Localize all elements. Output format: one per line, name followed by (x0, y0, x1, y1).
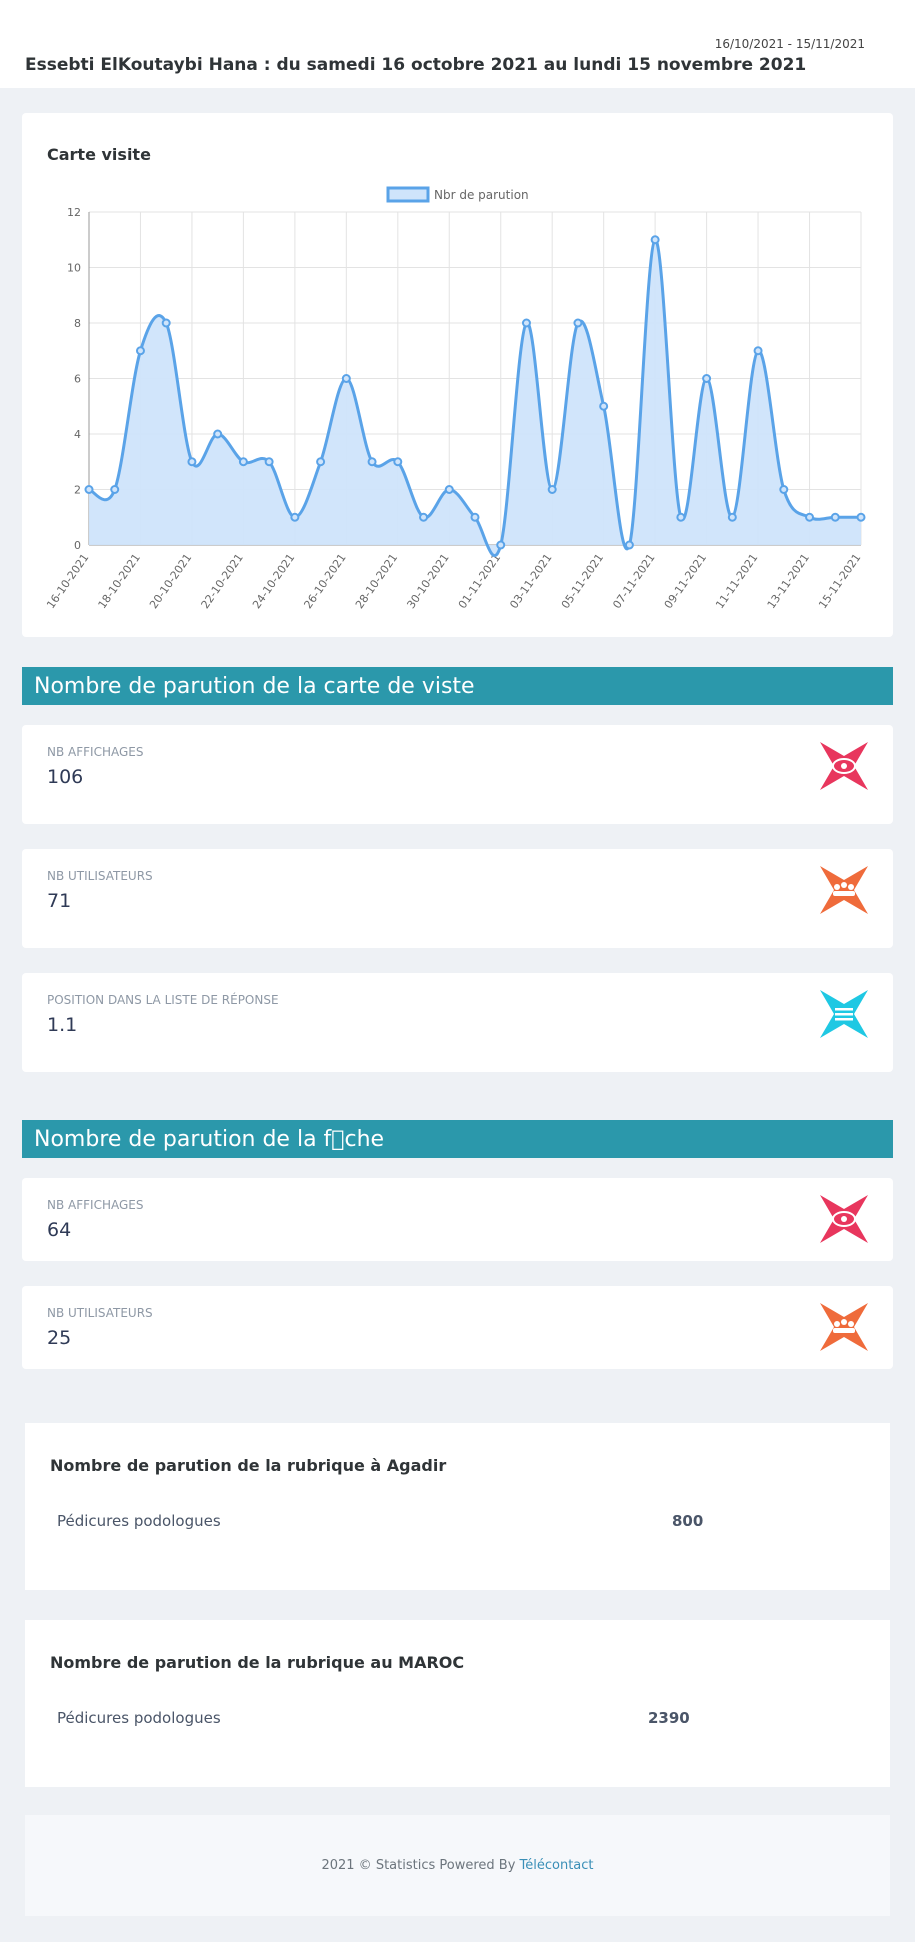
stat-label: NB UTILISATEURS (47, 1306, 153, 1320)
footer-text: 2021 © Statistics Powered By (321, 1858, 520, 1873)
stat-label: NB AFFICHAGES (47, 745, 144, 759)
stat-card-utilisateurs-fiche: NB UTILISATEURS 25 (22, 1286, 893, 1369)
rubric-card-agadir: Nombre de parution de la rubrique à Agad… (25, 1423, 890, 1590)
data-point (135, 346, 145, 356)
data-point (830, 512, 840, 522)
x-tick-label: 18-10-2021 (96, 551, 143, 611)
stat-card-position: POSITION DANS LA LISTE DE RÉPONSE 1.1 (22, 973, 893, 1072)
x-tick-label: 30-10-2021 (404, 551, 451, 611)
x-tick-label: 07-11-2021 (610, 551, 657, 611)
data-point (727, 512, 737, 522)
y-tick-label: 4 (74, 428, 81, 441)
x-tick-label: 20-10-2021 (147, 551, 194, 611)
rubric-name: Pédicures podologues (57, 1512, 221, 1530)
y-tick-label: 12 (67, 206, 81, 219)
section-banner-carte: Nombre de parution de la carte de viste (22, 667, 893, 705)
y-tick-label: 2 (74, 484, 81, 497)
data-point (213, 429, 223, 439)
data-point (521, 318, 531, 328)
stat-value: 25 (47, 1327, 72, 1349)
data-point (573, 318, 583, 328)
data-point (496, 540, 506, 550)
stat-label: POSITION DANS LA LISTE DE RÉPONSE (47, 993, 279, 1007)
stat-value: 71 (47, 890, 72, 912)
data-point (547, 485, 557, 494)
data-point (419, 512, 429, 522)
users-icon (820, 1303, 868, 1351)
rubric-title: Nombre de parution de la rubrique à Agad… (50, 1456, 447, 1475)
data-point (779, 485, 789, 494)
legend-label: Nbr de parution (434, 188, 529, 202)
data-point (393, 457, 403, 467)
data-point (470, 512, 480, 522)
footer: 2021 © Statistics Powered By Télécontact (25, 1815, 890, 1916)
stat-value: 1.1 (47, 1014, 78, 1036)
line-chart: 02468101216-10-2021 18-10-2021 20-10-2021 2… (44, 186, 866, 611)
data-point (856, 512, 866, 522)
data-point (290, 512, 300, 522)
x-tick-label: 24-10-2021 (250, 551, 297, 611)
data-point (599, 401, 609, 411)
x-tick-label: 05-11-2021 (559, 551, 606, 611)
list-icon (820, 990, 868, 1038)
stat-value: 106 (47, 766, 84, 788)
date-range-picker[interactable]: 16/10/2021 - 15/11/2021 (715, 37, 865, 51)
x-tick-label: 22-10-2021 (199, 551, 246, 611)
data-point (367, 457, 377, 467)
page-title: Essebti ElKoutaybi Hana : du samedi 16 o… (25, 55, 807, 75)
data-point (624, 540, 634, 550)
stat-card-affichages-fiche: NB AFFICHAGES 64 (22, 1178, 893, 1261)
data-point (316, 457, 326, 467)
x-tick-label: 11-11-2021 (713, 551, 760, 611)
rubric-value: 2390 (648, 1709, 690, 1727)
data-point (805, 512, 815, 522)
top-bar: 16/10/2021 - 15/11/2021 Essebti ElKoutay… (0, 0, 915, 88)
rubric-value: 800 (672, 1512, 704, 1530)
y-tick-label: 0 (74, 539, 81, 552)
data-point (341, 374, 351, 383)
stat-card-utilisateurs: NB UTILISATEURS 71 (22, 849, 893, 948)
x-tick-label: 16-10-2021 (44, 551, 91, 611)
eye-icon (820, 742, 868, 790)
rubric-title: Nombre de parution de la rubrique au MAR… (50, 1653, 465, 1672)
series-area (89, 239, 861, 556)
data-point (187, 457, 197, 467)
data-point (110, 485, 120, 494)
legend-swatch (386, 186, 430, 203)
data-point (444, 485, 454, 494)
x-tick-label: 15-11-2021 (816, 551, 863, 611)
rubric-card-maroc: Nombre de parution de la rubrique au MAR… (25, 1620, 890, 1787)
data-point (238, 457, 248, 467)
stat-value: 64 (47, 1219, 72, 1241)
footer-link[interactable]: Télécontact (520, 1858, 594, 1873)
data-point (161, 318, 171, 328)
stat-label: NB AFFICHAGES (47, 1198, 144, 1212)
x-tick-label: 26-10-2021 (301, 551, 348, 611)
y-tick-label: 10 (67, 262, 81, 275)
data-point (264, 457, 274, 467)
data-point (753, 346, 763, 356)
data-point (702, 374, 712, 383)
stat-label: NB UTILISATEURS (47, 869, 153, 883)
rubric-name: Pédicures podologues (57, 1709, 221, 1727)
x-tick-label: 09-11-2021 (662, 551, 709, 611)
x-tick-label: 03-11-2021 (507, 551, 554, 611)
x-tick-label: 13-11-2021 (765, 551, 812, 611)
section-banner-fiche: Nombre de parution de la f che (22, 1120, 893, 1158)
eye-icon (820, 1195, 868, 1243)
x-tick-label: 01-11-2021 (456, 551, 503, 611)
stat-card-affichages: NB AFFICHAGES 106 (22, 725, 893, 824)
x-tick-label: 28-10-2021 (353, 551, 400, 611)
users-icon (820, 866, 868, 914)
data-point (650, 235, 660, 245)
y-tick-label: 6 (74, 373, 81, 386)
data-point (84, 485, 94, 494)
data-point (676, 512, 686, 522)
chart-card: Carte visite 0 2 4 6 8 10 12 16-10-2021 18-10-20… (22, 113, 893, 637)
y-tick-label: 8 (74, 317, 81, 330)
